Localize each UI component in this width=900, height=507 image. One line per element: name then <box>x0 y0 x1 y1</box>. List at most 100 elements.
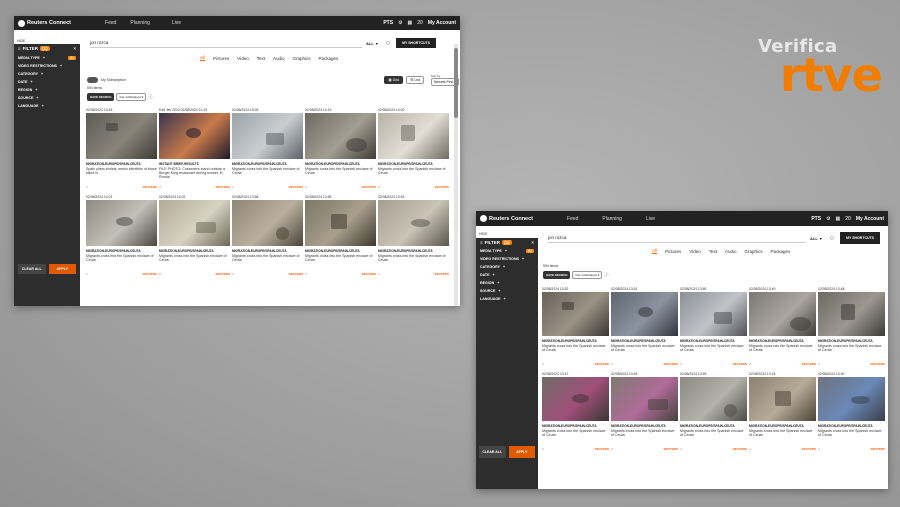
grid-view-button[interactable]: ▦ Grid <box>384 76 404 84</box>
card-thumbnail[interactable] <box>611 377 678 421</box>
filter-item-date[interactable]: DATE + <box>18 80 76 84</box>
scrollbar[interactable] <box>454 44 458 306</box>
card-thumbnail[interactable] <box>680 377 747 421</box>
close-icon[interactable]: × <box>73 46 76 51</box>
nav-planning[interactable]: Planning <box>130 20 149 26</box>
filter-item-source[interactable]: SOURCE + <box>18 96 76 100</box>
card-slug[interactable]: MIGRATION-EUROPE/SPAIN-CEUTA <box>305 249 376 253</box>
filter-item-date[interactable]: DATE + <box>480 273 534 277</box>
card-slug[interactable]: MIGRATION-EUROPE/SPAIN-CEUTA <box>542 339 609 343</box>
plus-icon[interactable]: + <box>60 64 62 68</box>
card-slug[interactable]: MIGRATION-EUROPE/SPAIN-CEUTA <box>818 424 885 428</box>
tab-pictures[interactable]: Pictures <box>213 56 229 61</box>
card-thumbnail[interactable] <box>542 377 609 421</box>
plus-icon[interactable]: + <box>522 257 524 261</box>
card-thumbnail[interactable] <box>749 292 816 336</box>
card-slug[interactable]: MIGRATION-EUROPE/SPAIN-CEUTA <box>749 424 816 428</box>
result-card[interactable]: 02/08/2024 13:52 MIGRATION-EUROPE/SPAIN-C… <box>542 287 609 366</box>
subscription-toggle[interactable] <box>87 77 98 83</box>
chevron-down-icon[interactable]: ▾ <box>820 236 822 241</box>
filter-item-language[interactable]: LANGUAGE + <box>480 297 534 301</box>
result-card[interactable]: Edit: fev 2024 02/08/2024 12:19 INSTANT B… <box>159 108 230 189</box>
result-card[interactable]: 02/08/2024 13:43 MIGRATION-EUROPE/SPAIN-C… <box>86 108 157 189</box>
close-icon[interactable]: × <box>531 240 534 245</box>
search-icon[interactable]: ○ <box>386 40 390 47</box>
result-card[interactable]: 02/08/2024 13:58 MIGRATION-EUROPE/SPAIN-C… <box>232 195 303 276</box>
search-input[interactable] <box>548 233 806 243</box>
tab-video[interactable]: Video <box>237 56 248 61</box>
result-card[interactable]: 02/08/2024 13:48 MIGRATION-EUROPE/SPAIN-C… <box>818 287 885 366</box>
clear-all-button[interactable]: CLEAR ALL <box>479 446 506 458</box>
plus-icon[interactable]: + <box>35 88 37 92</box>
card-slug[interactable]: MIGRATION-EUROPE/SPAIN-CEUTA <box>611 339 678 343</box>
check-icon[interactable]: ✓ <box>611 362 614 366</box>
card-slug[interactable]: MIGRATION-EUROPE/SPAIN-CEUTA <box>542 424 609 428</box>
nav-live[interactable]: Live <box>646 216 655 222</box>
plus-icon[interactable]: + <box>493 273 495 277</box>
filter-item-media-type[interactable]: MEDIA TYPE + (1) <box>480 249 534 253</box>
filter-item-region[interactable]: REGION + <box>18 88 76 92</box>
my-shortcuts-button[interactable]: MY SHORTCUTS <box>840 232 881 244</box>
check-icon[interactable]: ✓ <box>378 185 381 189</box>
check-icon[interactable]: ✓ <box>232 272 235 276</box>
tab-text[interactable]: Text <box>257 56 265 61</box>
check-icon[interactable]: ✓ <box>611 447 614 451</box>
result-card[interactable]: 02/08/2024 14:19 MIGRATION-EUROPE/SPAIN-C… <box>305 108 376 189</box>
card-thumbnail[interactable] <box>232 113 303 159</box>
filter-item-region[interactable]: REGION + <box>480 281 534 285</box>
result-card[interactable]: 02/08/2024 13:47 MIGRATION-EUROPE/SPAIN-C… <box>542 372 609 451</box>
check-icon[interactable]: ✓ <box>159 272 162 276</box>
card-thumbnail[interactable] <box>159 113 230 159</box>
check-icon[interactable]: ✓ <box>232 185 235 189</box>
check-icon[interactable]: ✓ <box>86 272 89 276</box>
nav-feed[interactable]: Feed <box>105 20 116 26</box>
chevron-down-icon[interactable]: ▾ <box>376 41 378 46</box>
filter-item-video-restrictions[interactable]: VIDEO RESTRICTIONS + <box>18 64 76 68</box>
settings-icon[interactable]: ⚙ <box>398 20 402 26</box>
check-icon[interactable]: ✓ <box>680 362 683 366</box>
scrollbar-thumb[interactable] <box>454 48 458 118</box>
notifications-select[interactable]: Get notifications ▾ <box>572 271 603 279</box>
nav-live[interactable]: Live <box>172 20 181 26</box>
card-thumbnail[interactable] <box>749 377 816 421</box>
result-card[interactable]: 02/08/2024 13:46 MIGRATION-EUROPE/SPAIN-C… <box>611 372 678 451</box>
card-slug[interactable]: MIGRATION-EUROPE/SPAIN-CEUTA <box>611 424 678 428</box>
card-thumbnail[interactable] <box>305 200 376 246</box>
settings-icon[interactable]: ⚙ <box>826 216 830 222</box>
card-slug[interactable]: MIGRATION-EUROPE/SPAIN-CEUTA <box>749 339 816 343</box>
reuters-logo[interactable]: Reuters Connect <box>18 19 71 27</box>
notifications-icon[interactable]: ▦ <box>408 20 413 26</box>
plus-icon[interactable]: + <box>31 80 33 84</box>
card-slug[interactable]: MIGRATION-EUROPE/SPAIN-CEUTA <box>818 339 885 343</box>
notifications-select[interactable]: Get notifications ▾ <box>116 93 147 101</box>
tab-graphics[interactable]: Graphics <box>293 56 311 61</box>
result-card[interactable]: 02/08/2024 13:49 MIGRATION-EUROPE/SPAIN-C… <box>749 287 816 366</box>
result-card[interactable]: 02/08/2024 15:26 MIGRATION-EUROPE/SPAIN-C… <box>232 108 303 189</box>
pts-label[interactable]: PTS <box>811 216 821 222</box>
account-menu[interactable]: My Account <box>856 216 884 222</box>
result-card[interactable]: 02/08/2024 13:53 MIGRATION-EUROPE/SPAIN-C… <box>378 195 449 276</box>
list-view-button[interactable]: ☰ List <box>406 76 424 84</box>
card-thumbnail[interactable] <box>378 113 449 159</box>
nav-feed[interactable]: Feed <box>567 216 578 222</box>
filter-item-media-type[interactable]: MEDIA TYPE + (1) <box>18 56 76 60</box>
check-icon[interactable]: ✓ <box>818 447 821 451</box>
save-search-button[interactable]: SAVE SEARCH <box>543 271 571 279</box>
card-slug[interactable]: MIGRATION-EUROPE/SPAIN-CEUTA <box>680 339 747 343</box>
check-icon[interactable]: ✓ <box>305 272 308 276</box>
hide-toggle[interactable]: HIDE <box>479 232 487 236</box>
result-card[interactable]: 02/08/2024 14:01 MIGRATION-EUROPE/SPAIN-C… <box>86 195 157 276</box>
filter-item-category[interactable]: CATEGORY + <box>18 72 76 76</box>
card-slug[interactable]: MIGRATION-EUROPE/SPAIN-CEUTA <box>378 162 449 166</box>
card-thumbnail[interactable] <box>680 292 747 336</box>
result-card[interactable]: 02/08/2024 13:45 MIGRATION-EUROPE/SPAIN-C… <box>680 372 747 451</box>
search-icon[interactable]: ○ <box>830 235 834 242</box>
info-icon[interactable]: ⓘ <box>148 94 152 100</box>
result-card[interactable]: 02/08/2024 13:30 MIGRATION-EUROPE/SPAIN-C… <box>818 372 885 451</box>
card-thumbnail[interactable] <box>542 292 609 336</box>
card-slug[interactable]: MIGRATION-EUROPE/SPAIN-CEUTA <box>86 162 157 166</box>
tab-audio[interactable]: Audio <box>273 56 285 61</box>
plus-icon[interactable]: + <box>41 72 43 76</box>
check-icon[interactable]: ✓ <box>305 185 308 189</box>
plus-icon[interactable]: + <box>503 265 505 269</box>
